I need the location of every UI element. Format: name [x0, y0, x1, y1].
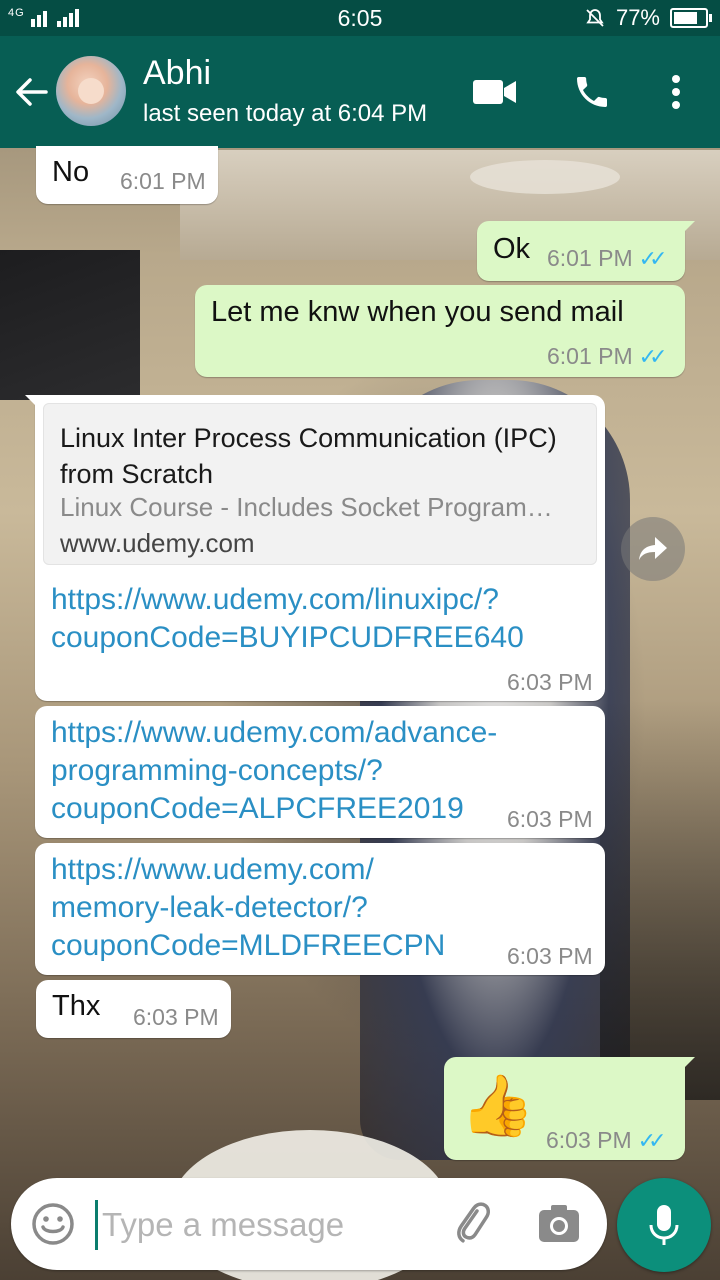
- message-time: 6:03 PM: [507, 806, 593, 832]
- message-incoming-link[interactable]: Linux Inter Process Communication (IPC) …: [25, 395, 605, 701]
- contact-name[interactable]: Abhi: [143, 54, 211, 93]
- wallpaper-shadow: [600, 700, 720, 1100]
- message-time: 6:01 PM: [547, 343, 633, 369]
- message-input[interactable]: [95, 1200, 434, 1250]
- phone-icon[interactable]: [570, 70, 614, 114]
- status-bar: 4G 6:05 77%: [0, 0, 720, 36]
- message-time: 6:01 PM: [547, 245, 633, 271]
- message-incoming[interactable]: Thx 6:03 PM: [36, 980, 231, 1038]
- message-incoming-link[interactable]: https://www.udemy.com/advance- programmi…: [35, 706, 605, 838]
- link-line: https://www.udemy.com/advance-: [51, 716, 498, 749]
- link-line: https://www.udemy.com/: [51, 853, 374, 886]
- read-ticks-icon: ✓✓: [638, 246, 668, 271]
- message-link[interactable]: https://www.udemy.com/linuxipc/? couponC…: [51, 581, 524, 657]
- microphone-button[interactable]: [617, 1178, 711, 1272]
- message-link[interactable]: https://www.udemy.com/advance- programmi…: [51, 714, 497, 828]
- link-preview-title: Linux Inter Process Communication (IPC) …: [60, 423, 557, 489]
- video-call-icon[interactable]: [473, 70, 517, 114]
- last-seen-status[interactable]: last seen today at 6:04 PM: [143, 100, 427, 128]
- link-preview-description: Linux Course - Includes Socket Program…: [60, 492, 553, 522]
- chat-header: Abhi last seen today at 6:04 PM: [0, 36, 720, 148]
- link-line: couponCode=BUYIPCUDFREE640: [51, 621, 524, 654]
- message-time: 6:03 PM: [133, 1004, 219, 1030]
- message-incoming[interactable]: No 6:01 PM: [36, 146, 218, 204]
- link-preview-domain: www.udemy.com: [60, 528, 255, 558]
- message-text: Let me knw when you send mail: [211, 296, 624, 328]
- wallpaper-tv: [0, 250, 140, 400]
- camera-icon[interactable]: [535, 1200, 583, 1248]
- link-line: couponCode=ALPCFREE2019: [51, 792, 464, 825]
- link-line: couponCode=MLDFREECPN: [51, 929, 446, 962]
- link-line: programming-concepts/?: [51, 754, 383, 787]
- message-time: 6:03 PM: [507, 669, 593, 695]
- read-ticks-icon: ✓✓: [637, 1128, 667, 1153]
- microphone-icon: [649, 1205, 679, 1245]
- wallpaper-fan: [470, 160, 620, 194]
- forward-icon[interactable]: [621, 517, 685, 581]
- back-arrow-icon[interactable]: [14, 74, 50, 115]
- thumbs-up-emoji: 👍: [460, 1072, 535, 1139]
- link-preview-card[interactable]: Linux Inter Process Communication (IPC) …: [43, 403, 597, 565]
- emoji-icon[interactable]: [31, 1202, 75, 1246]
- message-time: 6:03 PM: [507, 943, 593, 969]
- message-text: No: [52, 156, 90, 188]
- message-text: Ok: [493, 233, 531, 265]
- message-outgoing-emoji[interactable]: 👍 6:03 PM ✓✓: [444, 1057, 695, 1160]
- message-time: 6:01 PM: [120, 168, 206, 194]
- message-composer: [11, 1178, 607, 1270]
- message-link[interactable]: https://www.udemy.com/ memory-leak-detec…: [51, 851, 445, 965]
- message-text: Thx: [52, 990, 101, 1022]
- battery-percent: 77%: [615, 5, 660, 30]
- more-vert-icon[interactable]: [654, 70, 698, 114]
- mute-bell-icon: [586, 9, 604, 27]
- read-ticks-icon: ✓✓: [638, 344, 668, 369]
- avatar[interactable]: [56, 56, 126, 126]
- paperclip-icon[interactable]: [449, 1200, 495, 1246]
- message-outgoing[interactable]: Ok 6:01 PM ✓✓: [477, 221, 695, 281]
- battery-icon: [670, 8, 712, 28]
- message-outgoing[interactable]: Let me knw when you send mail 6:01 PM ✓✓: [195, 285, 685, 377]
- message-incoming-link[interactable]: https://www.udemy.com/ memory-leak-detec…: [35, 843, 605, 975]
- link-line: memory-leak-detector/?: [51, 891, 368, 924]
- message-time: 6:03 PM: [546, 1127, 632, 1153]
- link-line: https://www.udemy.com/linuxipc/?: [51, 583, 499, 616]
